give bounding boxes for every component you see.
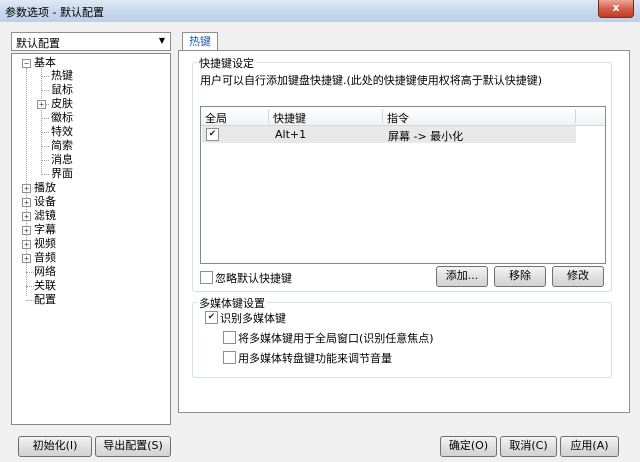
tree-item-playback[interactable]: + 播放	[12, 181, 162, 195]
tree-item-filters[interactable]: + 滤镜	[12, 209, 162, 223]
tree-item-label: 音频	[34, 251, 56, 264]
expand-icon[interactable]: +	[22, 212, 31, 221]
tree-item-label: 热键	[51, 69, 73, 82]
tree-item-network[interactable]: 网络	[12, 265, 162, 279]
apply-button[interactable]: 应用(A)	[560, 436, 619, 457]
tree-item-label: 滤镜	[34, 209, 56, 222]
tree-item-label: 简索	[51, 139, 73, 152]
collapse-icon[interactable]: −	[22, 59, 31, 68]
tree-item-interface[interactable]: 界面	[12, 167, 162, 181]
close-button[interactable]: x	[598, 0, 634, 18]
tree-item-label: 设备	[34, 195, 56, 208]
tree-item-label: 徽标	[51, 111, 73, 124]
init-button-label: 初始化(I)	[32, 439, 78, 452]
row-command: 屏幕 -> 最小化	[388, 130, 464, 143]
tree-item-messages[interactable]: 消息	[12, 153, 162, 167]
tree-item-label: 特效	[51, 125, 73, 138]
tab-hotkey[interactable]: 热键	[182, 32, 218, 51]
tree-item-label: 字幕	[34, 223, 56, 236]
remove-button[interactable]: 移除	[494, 266, 546, 287]
preferences-window: 参数选项 - 默认配置 x 默认配置 ▼ − 基本 热键 鼠标 + 皮肤 徽标 …	[0, 0, 640, 462]
ok-button[interactable]: 确定(O)	[440, 436, 497, 457]
edit-button-label: 修改	[567, 269, 589, 282]
tree-item-label: 鼠标	[51, 83, 73, 96]
ignore-default-label: 忽略默认快捷键	[215, 272, 292, 285]
cancel-button[interactable]: 取消(C)	[500, 436, 557, 457]
window-title: 参数选项 - 默认配置	[5, 6, 104, 19]
tree-item-label: 网络	[34, 265, 56, 278]
tree-item-audio[interactable]: + 音频	[12, 251, 162, 265]
tree-item-label: 皮肤	[51, 97, 73, 110]
title-bar: 参数选项 - 默认配置 x	[0, 0, 640, 22]
wheel-volume-checkbox[interactable]	[223, 351, 236, 364]
expand-icon[interactable]: +	[22, 198, 31, 207]
profile-select-value: 默认配置	[16, 37, 60, 50]
wheel-volume-label: 用多媒体转盘键功能来调节音量	[238, 352, 392, 365]
apply-button-label: 应用(A)	[570, 439, 609, 452]
remove-button-label: 移除	[509, 269, 531, 282]
profile-select[interactable]: 默认配置 ▼	[11, 32, 171, 51]
init-button[interactable]: 初始化(I)	[18, 436, 92, 457]
chevron-down-icon: ▼	[158, 36, 166, 45]
expand-icon[interactable]: +	[22, 240, 31, 249]
tree-item-hotkey[interactable]: 热键	[12, 69, 162, 83]
tree-item-associations[interactable]: 关联	[12, 279, 162, 293]
tree-item-subtitles[interactable]: + 字幕	[12, 223, 162, 237]
tree-item-label: 界面	[51, 167, 73, 180]
settings-tree: − 基本 热键 鼠标 + 皮肤 徽标 特效 简索 消息 界面 + 播放 + 设备…	[11, 53, 171, 425]
add-button-label: 添加...	[445, 269, 479, 282]
expand-icon[interactable]: +	[37, 100, 46, 109]
recognize-media-keys-label: 识别多媒体键	[220, 312, 286, 325]
tree-item-label: 视频	[34, 237, 56, 250]
hotkey-list-header: 全局 快捷键 指令	[201, 107, 605, 126]
export-config-button-label: 导出配置(S)	[103, 439, 163, 452]
recognize-media-keys-checkbox[interactable]: ✔	[205, 311, 218, 324]
tree-item-basic[interactable]: − 基本	[12, 56, 162, 70]
hotkey-group-title: 快捷键设定	[197, 55, 256, 71]
ignore-default-checkbox[interactable]	[200, 271, 213, 284]
tree-item-search[interactable]: 简索	[12, 139, 162, 153]
hotkey-list[interactable]: 全局 快捷键 指令 ✔ Alt+1 屏幕 -> 最小化	[200, 106, 606, 264]
export-config-button[interactable]: 导出配置(S)	[95, 436, 171, 457]
column-header-global[interactable]: 全局	[205, 110, 227, 126]
row-shortcut: Alt+1	[275, 128, 307, 141]
tab-label: 热键	[189, 35, 211, 48]
column-header-command[interactable]: 指令	[387, 110, 409, 126]
column-header-shortcut[interactable]: 快捷键	[273, 110, 306, 126]
add-button[interactable]: 添加...	[436, 266, 488, 287]
expand-icon[interactable]: +	[22, 184, 31, 193]
tree-item-label: 播放	[34, 181, 56, 194]
tree-item-devices[interactable]: + 设备	[12, 195, 162, 209]
tree-item-label: 消息	[51, 153, 73, 166]
hotkey-description: 用户可以自行添加键盘快捷键.(此处的快捷键使用权将高于默认快捷键)	[200, 74, 543, 87]
tree-item-label: 基本	[34, 56, 56, 69]
tree-item-label: 配置	[34, 293, 56, 306]
tree-item-logo[interactable]: 徽标	[12, 111, 162, 125]
table-row[interactable]: ✔ Alt+1 屏幕 -> 最小化	[202, 126, 576, 143]
ok-button-label: 确定(O)	[448, 439, 489, 452]
tree-item-mouse[interactable]: 鼠标	[12, 83, 162, 97]
edit-button[interactable]: 修改	[552, 266, 604, 287]
tree-item-config[interactable]: 配置	[12, 293, 162, 307]
tree-item-video[interactable]: + 视频	[12, 237, 162, 251]
expand-icon[interactable]: +	[22, 226, 31, 235]
cancel-button-label: 取消(C)	[509, 439, 548, 452]
row-global-checkbox[interactable]: ✔	[206, 128, 219, 141]
global-window-label: 将多媒体键用于全局窗口(识别任意焦点)	[238, 332, 434, 345]
tree-item-skin[interactable]: + 皮肤	[12, 97, 162, 111]
expand-icon[interactable]: +	[22, 254, 31, 263]
global-window-checkbox[interactable]	[223, 331, 236, 344]
close-icon: x	[612, 1, 620, 14]
tree-item-label: 关联	[34, 279, 56, 292]
media-keys-group-title: 多媒体键设置	[197, 295, 267, 311]
tree-item-effects[interactable]: 特效	[12, 125, 162, 139]
